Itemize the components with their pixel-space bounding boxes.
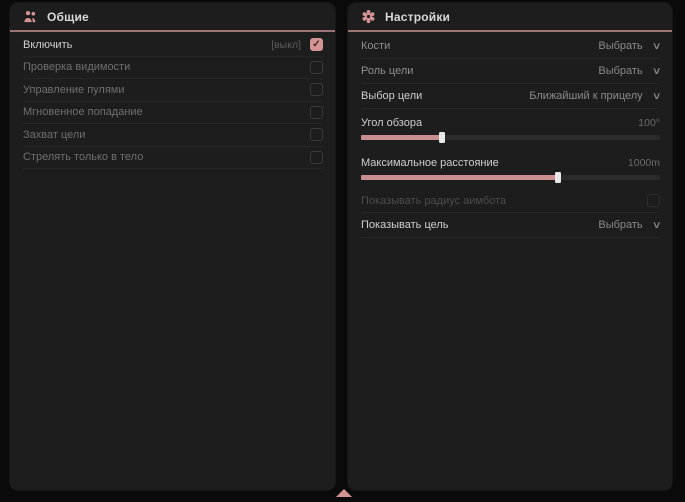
- row-target-role: Роль цели Выбрать ∨: [361, 59, 660, 84]
- row-enable-label: Включить: [23, 39, 72, 51]
- row-target-select-dropdown[interactable]: Ближайший к прицелу ∨: [529, 90, 660, 102]
- row-bones-dropdown-value: Выбрать: [598, 40, 642, 52]
- row-target-role-dropdown[interactable]: Выбрать ∨: [598, 65, 660, 77]
- scroll-up-indicator-icon[interactable]: [336, 489, 352, 497]
- panel-settings-header: Настройки: [348, 3, 672, 30]
- row-target-lock: Захват цели: [23, 124, 323, 147]
- panel-general: Общие Включить [выкл] ✓ Проверка видимос…: [10, 3, 335, 490]
- row-body-only-label: Стрелять только в тело: [23, 151, 143, 163]
- row-body-only: Стрелять только в тело: [23, 147, 323, 170]
- row-target-lock-checkbox[interactable]: [310, 128, 323, 141]
- row-enable-keybind: [выкл]: [271, 39, 301, 51]
- row-bullet-control-label: Управление пулями: [23, 84, 125, 96]
- row-target-lock-label: Захват цели: [23, 129, 85, 141]
- row-show-aimbot-radius: Показывать радиус аимбота: [361, 189, 660, 213]
- row-visibility-check-checkbox[interactable]: [310, 61, 323, 74]
- row-show-target-dropdown-value: Выбрать: [598, 219, 642, 231]
- row-show-target-label: Показывать цель: [361, 219, 449, 231]
- aimbot-menu: Общие Включить [выкл] ✓ Проверка видимос…: [0, 0, 685, 502]
- row-bullet-control-checkbox[interactable]: [310, 83, 323, 96]
- row-bullet-control: Управление пулями: [23, 79, 323, 102]
- row-visibility-check-label: Проверка видимости: [23, 61, 130, 73]
- chevron-down-icon: ∨: [651, 41, 661, 52]
- row-max-distance-value: 1000m: [628, 157, 660, 169]
- row-fov-value: 100°: [638, 117, 660, 129]
- panel-general-title: Общие: [47, 10, 89, 24]
- people-icon: [23, 9, 38, 24]
- row-enable-checkbox[interactable]: ✓: [310, 38, 323, 51]
- row-target-select-label: Выбор цели: [361, 90, 422, 102]
- row-show-target: Показывать цель Выбрать ∨: [361, 213, 660, 238]
- general-rows: Включить [выкл] ✓ Проверка видимости Упр…: [10, 32, 335, 169]
- row-body-only-checkbox[interactable]: [310, 151, 323, 164]
- fov-slider-thumb[interactable]: [439, 132, 445, 143]
- gear-icon: [361, 9, 376, 24]
- row-max-distance: Максимальное расстояние 1000m: [361, 149, 660, 189]
- row-enable: Включить [выкл] ✓: [23, 34, 323, 57]
- chevron-down-icon: ∨: [651, 220, 661, 231]
- check-icon: ✓: [312, 40, 320, 50]
- row-instant-hit-checkbox[interactable]: [310, 106, 323, 119]
- row-bones: Кости Выбрать ∨: [361, 34, 660, 59]
- chevron-down-icon: ∨: [651, 66, 661, 77]
- row-target-select-dropdown-value: Ближайший к прицелу: [529, 90, 642, 102]
- row-target-role-dropdown-value: Выбрать: [598, 65, 642, 77]
- row-max-distance-label: Максимальное расстояние: [361, 157, 499, 169]
- row-show-aimbot-radius-label: Показывать радиус аимбота: [361, 195, 506, 207]
- fov-slider-fill: [361, 135, 442, 140]
- row-fov: Угол обзора 100°: [361, 109, 660, 149]
- panel-settings: Настройки Кости Выбрать ∨ Роль цели Выбр…: [348, 3, 672, 490]
- fov-slider[interactable]: [361, 135, 660, 140]
- row-bones-dropdown[interactable]: Выбрать ∨: [598, 40, 660, 52]
- row-show-target-dropdown[interactable]: Выбрать ∨: [598, 219, 660, 231]
- row-show-aimbot-radius-checkbox[interactable]: [647, 194, 660, 207]
- panel-settings-title: Настройки: [385, 10, 450, 24]
- max-distance-slider-fill: [361, 175, 558, 180]
- row-bones-label: Кости: [361, 40, 390, 52]
- row-fov-label: Угол обзора: [361, 117, 422, 129]
- settings-rows: Кости Выбрать ∨ Роль цели Выбрать ∨ Выбо…: [348, 32, 672, 238]
- row-instant-hit-label: Мгновенное попадание: [23, 106, 143, 118]
- max-distance-slider[interactable]: [361, 175, 660, 180]
- max-distance-slider-thumb[interactable]: [555, 172, 561, 183]
- row-target-select: Выбор цели Ближайший к прицелу ∨: [361, 84, 660, 109]
- chevron-down-icon: ∨: [651, 91, 661, 102]
- panel-general-header: Общие: [10, 3, 335, 30]
- row-visibility-check: Проверка видимости: [23, 57, 323, 80]
- row-target-role-label: Роль цели: [361, 65, 413, 77]
- row-instant-hit: Мгновенное попадание: [23, 102, 323, 125]
